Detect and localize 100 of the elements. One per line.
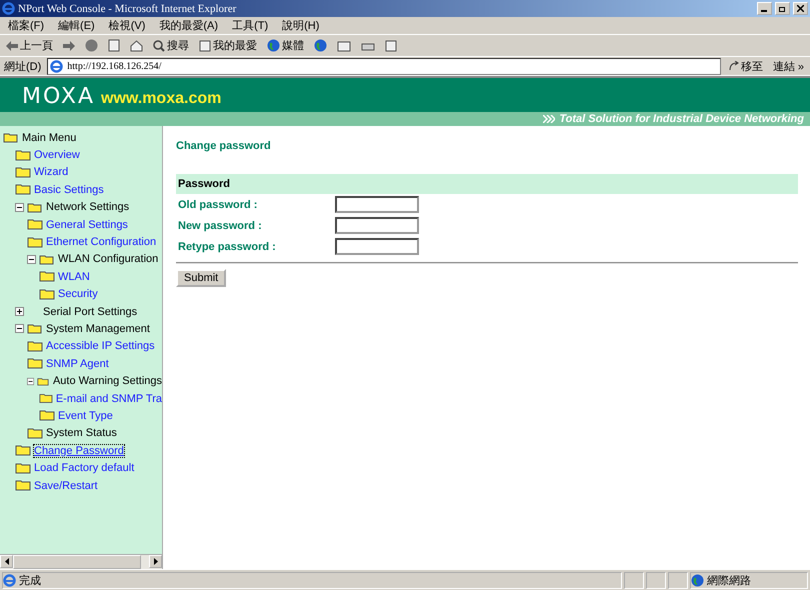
window-title: NPort Web Console - Microsoft Internet Explorer — [18, 2, 238, 14]
tree-item[interactable]: WLAN Configuration — [58, 253, 158, 266]
tree-item[interactable]: Auto Warning Settings — [52, 375, 162, 388]
collapse-toggle-icon[interactable] — [27, 254, 36, 264]
password-field[interactable] — [335, 238, 419, 255]
media-button[interactable]: 媒體 — [265, 38, 306, 53]
page-title: Change password — [176, 140, 272, 152]
mail-button[interactable] — [335, 40, 353, 52]
menu-item[interactable]: 檢視(V) — [104, 18, 150, 33]
tree-item[interactable]: Serial Port Settings — [43, 306, 138, 318]
favorites-button[interactable]: 我的最愛 — [197, 38, 259, 53]
expand-toggle-icon[interactable] — [15, 307, 24, 316]
history-button[interactable] — [312, 39, 329, 52]
tree-item[interactable]: Main Menu — [22, 132, 76, 144]
links-button[interactable]: 連結 » — [770, 58, 806, 74]
horizontal-scrollbar[interactable] — [0, 554, 162, 569]
folder-icon — [15, 150, 31, 161]
folder-icon — [27, 340, 43, 352]
tree-item[interactable]: Network Settings — [46, 201, 130, 214]
menu-item[interactable]: 我的最愛(A) — [155, 18, 222, 33]
tree-item[interactable]: General Settings — [46, 218, 128, 231]
tree-item[interactable]: E-mail and SNMP Tra — [56, 392, 162, 405]
tree-item[interactable]: Save/Restart — [34, 480, 98, 492]
right-arrow-icon — [154, 558, 158, 565]
page-icon — [50, 60, 64, 72]
address-label: 網址(D) — [4, 60, 42, 74]
globe-icon — [267, 39, 280, 52]
menu-item[interactable]: 編輯(E) — [54, 18, 99, 33]
edit-button[interactable] — [383, 40, 399, 52]
collapse-toggle-icon[interactable] — [15, 202, 24, 212]
open-folder-icon — [39, 254, 55, 265]
tree-item[interactable]: Ethernet Configuration — [46, 236, 156, 248]
logo: MOXA — [22, 86, 96, 108]
restore-icon — [778, 5, 786, 12]
status-panel — [668, 572, 688, 588]
close-icon — [797, 5, 804, 12]
field-label: New password : — [177, 220, 263, 232]
folder-icon — [39, 271, 55, 282]
open-folder-icon — [27, 323, 43, 334]
search-icon — [153, 40, 165, 52]
menu-item[interactable]: 檔案(F) — [4, 18, 48, 33]
status-panel — [624, 572, 644, 588]
collapse-toggle-icon[interactable] — [27, 376, 34, 386]
browser-icon — [2, 2, 15, 15]
folder-icon — [27, 428, 43, 439]
minimize-button[interactable] — [757, 2, 772, 15]
tree-item[interactable]: System Status — [46, 427, 117, 440]
site-url: www.moxa.com — [101, 90, 222, 108]
globe-icon — [691, 574, 704, 586]
tree-item[interactable]: Overview — [34, 149, 80, 162]
tree-item[interactable]: WLAN — [58, 270, 90, 283]
menu-item[interactable]: 工具(T) — [228, 18, 272, 33]
go-button[interactable]: 移至 — [726, 58, 765, 74]
open-folder-icon — [27, 202, 43, 213]
password-field[interactable] — [335, 196, 419, 213]
close-button[interactable] — [793, 2, 808, 15]
back-button[interactable]: 上一頁 — [4, 38, 55, 53]
folder-icon — [27, 236, 43, 248]
status-panel — [646, 572, 666, 588]
folder-icon — [39, 410, 55, 422]
tree-item[interactable]: Basic Settings — [34, 184, 104, 196]
address-field[interactable]: http://192.168.126.254/ — [47, 58, 721, 74]
folder-icon — [15, 445, 31, 456]
chevrons-icon — [543, 115, 556, 123]
submit-button[interactable]: Submit — [176, 269, 226, 287]
folder-icon — [15, 480, 31, 491]
stop-button[interactable] — [83, 39, 100, 52]
field-label: Old password : — [177, 198, 258, 210]
tree-item[interactable]: System Management — [46, 322, 150, 335]
password-field[interactable] — [335, 217, 419, 234]
folder-icon — [27, 358, 43, 370]
search-button[interactable]: 搜尋 — [151, 38, 191, 53]
menu-item[interactable]: 說明(H) — [278, 18, 324, 33]
tree-item[interactable]: Security — [58, 288, 98, 300]
tree-item[interactable]: Accessible IP Settings — [46, 340, 155, 352]
status-text: 完成 — [19, 574, 41, 588]
globe-icon — [314, 39, 327, 52]
page-icon — [3, 574, 16, 586]
field-label: Retype password : — [177, 240, 277, 252]
collapse-toggle-icon[interactable] — [15, 324, 24, 334]
tree-item[interactable]: Event Type — [58, 410, 113, 422]
open-folder-icon — [37, 376, 50, 387]
tree-item[interactable]: SNMP Agent — [46, 358, 109, 370]
tree-item[interactable]: Change Password — [34, 444, 124, 457]
folder-icon — [39, 393, 53, 404]
page-icon — [199, 40, 211, 52]
tree-item[interactable]: Load Factory default — [34, 462, 134, 474]
back-arrow-icon — [6, 40, 18, 50]
curved-arrow-icon — [728, 61, 739, 71]
tree-item[interactable]: Wizard — [34, 166, 68, 178]
folder-icon — [15, 184, 31, 196]
tagline: Total Solution for Industrial Device Networking — [559, 113, 804, 125]
section-header: Password — [176, 174, 798, 194]
folder-icon — [27, 219, 43, 230]
home-button[interactable] — [128, 40, 145, 52]
refresh-button[interactable] — [106, 39, 122, 52]
folder-icon — [15, 462, 31, 474]
restore-button[interactable] — [775, 2, 790, 15]
forward-button[interactable] — [61, 40, 77, 50]
folder-icon — [15, 166, 31, 178]
